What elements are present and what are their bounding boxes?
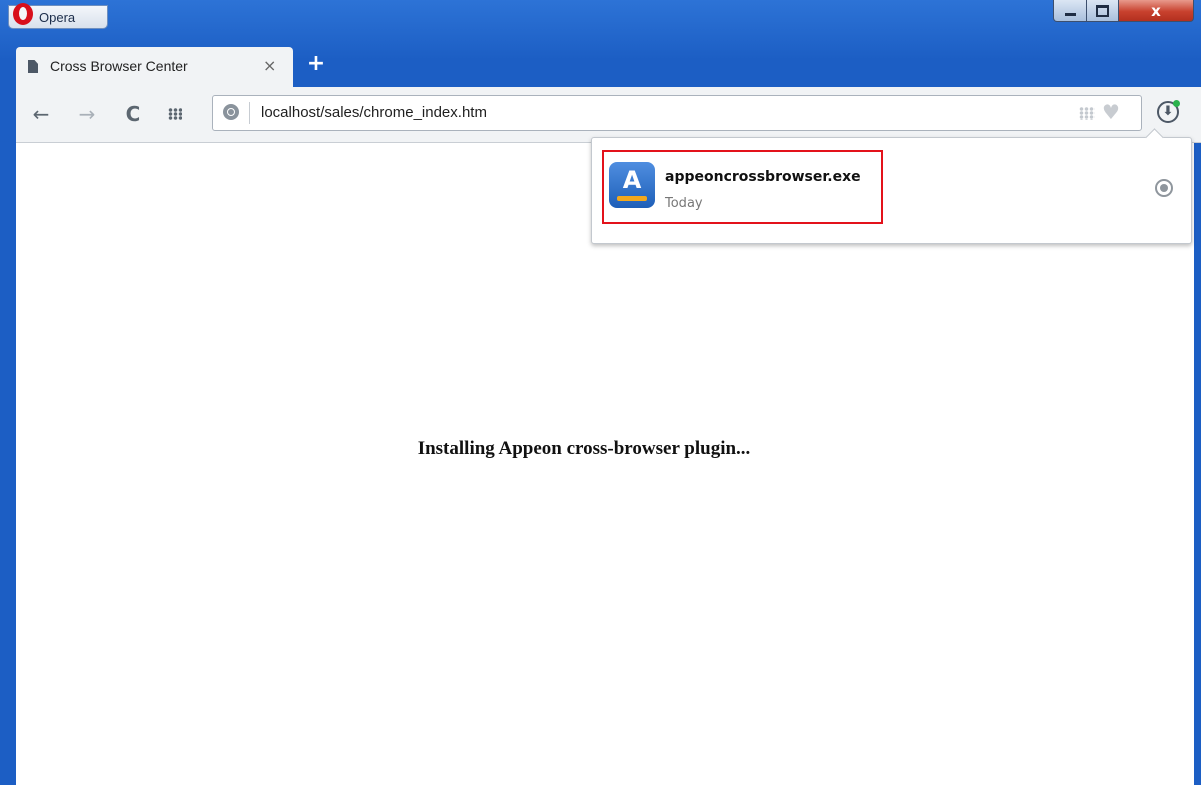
opera-menu-button[interactable]: Opera xyxy=(8,3,108,29)
download-indicator-dot xyxy=(1173,100,1180,107)
tab-title: Cross Browser Center xyxy=(50,58,188,74)
forward-arrow-icon[interactable]: → xyxy=(74,101,100,127)
close-icon: x xyxy=(1151,1,1161,20)
new-tab-button[interactable]: + xyxy=(305,53,327,75)
app-icon-letter: A xyxy=(622,166,642,194)
minimize-button[interactable] xyxy=(1053,0,1087,22)
show-in-folder-icon[interactable] xyxy=(1155,179,1173,197)
minimize-icon xyxy=(1064,13,1076,16)
download-item[interactable]: A appeoncrossbrowser.exe Today xyxy=(602,150,883,224)
heart-icon[interactable]: ♥ xyxy=(1102,100,1120,124)
browser-toolbar: ← → C localhost/sales/chrome_index.htm ♥… xyxy=(16,87,1201,143)
download-date: Today xyxy=(665,196,703,211)
back-arrow-icon[interactable]: ← xyxy=(28,101,54,127)
add-to-speed-dial-icon[interactable] xyxy=(1079,107,1095,120)
window-right-border xyxy=(1194,143,1201,785)
downloads-button[interactable]: ⬇ xyxy=(1157,100,1181,125)
appeon-app-icon: A xyxy=(609,162,655,208)
tab-close-icon[interactable]: × xyxy=(263,56,276,75)
tab-cross-browser-center[interactable]: Cross Browser Center × xyxy=(16,47,293,87)
close-window-button[interactable]: x xyxy=(1118,0,1194,22)
window-left-border xyxy=(0,143,16,785)
speed-dial-icon[interactable] xyxy=(168,108,182,120)
opera-logo-icon xyxy=(13,3,33,25)
maximize-icon xyxy=(1096,4,1109,17)
maximize-button[interactable] xyxy=(1086,0,1119,22)
downloads-popup: A appeoncrossbrowser.exe Today xyxy=(591,137,1192,244)
download-file-name[interactable]: appeoncrossbrowser.exe xyxy=(665,169,861,185)
address-bar[interactable]: localhost/sales/chrome_index.htm ♥ xyxy=(212,95,1142,131)
reload-icon[interactable]: C xyxy=(120,101,146,127)
url-text[interactable]: localhost/sales/chrome_index.htm xyxy=(261,104,487,121)
page-icon xyxy=(28,60,38,73)
opera-menu-label: Opera xyxy=(39,10,76,25)
install-status-message: Installing Appeon cross-browser plugin..… xyxy=(417,438,751,459)
site-info-icon[interactable] xyxy=(223,104,239,120)
app-icon-bar xyxy=(617,196,647,201)
address-bar-divider xyxy=(249,102,250,124)
